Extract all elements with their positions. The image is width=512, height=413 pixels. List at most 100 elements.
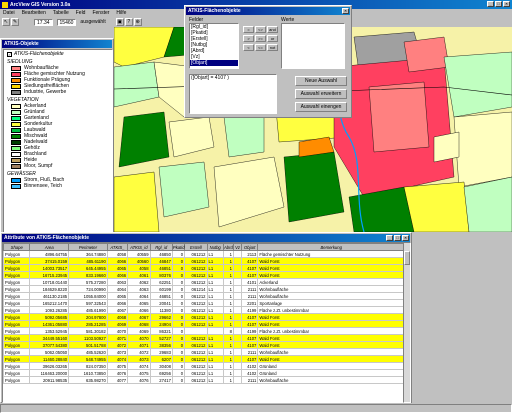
column-header[interactable]: Nutbg <box>206 243 224 251</box>
select-from-selection-button[interactable]: Auswahl einengen <box>295 102 347 112</box>
table-cell: 061212 <box>184 341 208 349</box>
table-cell: 724.00990 <box>68 285 108 293</box>
operator-button[interactable]: = <box>243 26 254 33</box>
select-tool-icon[interactable]: ▣ <box>115 18 124 26</box>
edit-tool-icon[interactable]: ✎ <box>11 18 19 26</box>
column-header[interactable]: Bemerkung <box>257 243 403 251</box>
pointer-tool-icon[interactable]: ↖ <box>2 18 10 26</box>
legend-swatch <box>11 127 21 133</box>
operator-button[interactable]: < <box>243 44 254 51</box>
query-tool-icon[interactable]: ? <box>124 18 133 26</box>
table-cell: 4072 <box>127 348 151 356</box>
column-header[interactable]: Objart <box>241 243 259 251</box>
column-header[interactable]: Vz <box>232 243 243 251</box>
minimize-button[interactable]: _ <box>487 1 494 7</box>
column-header[interactable]: Rgl_id <box>149 243 173 251</box>
table-cell: 833.19660 <box>68 271 108 279</box>
table-row[interactable]: Polygon 1093.26285 485.61990 4067 4066 11380 0… <box>3 306 403 314</box>
legend-item[interactable]: Industrie, Gewerbe <box>6 89 110 95</box>
column-header[interactable]: Pkatid <box>171 243 186 251</box>
table-row[interactable]: Polygon 34449.55160 1103.50927 4071 4070 5272… <box>3 334 403 342</box>
table-cell: 061212 <box>184 376 208 384</box>
legend-layer-name: ATKIS-Flächenobjekte <box>14 51 64 57</box>
menu-datei[interactable]: Datei <box>3 10 15 16</box>
table-cell <box>232 369 243 377</box>
table-cell: 2111 <box>241 292 259 300</box>
column-header[interactable]: ATKIS_ <box>106 243 129 251</box>
table-row[interactable]: Polygon 20911.98535 635.98270 4077 4076 27417… <box>3 376 403 384</box>
table-row[interactable]: Polygon 165212.1470 597.32543 4066 4065 20041… <box>3 299 403 307</box>
table-row[interactable]: Polygon 184629.8220 724.00990 4064 4063 60199… <box>3 285 403 293</box>
table-cell: 34449.55160 <box>29 334 70 342</box>
table-cell: Polygon <box>3 264 31 272</box>
legend-item[interactable]: Moor, Sumpf <box>6 163 110 169</box>
table-row[interactable]: Polygon 461130.2185 1055.84000 4065 4064 4685… <box>3 292 403 300</box>
operator-button[interactable]: >= <box>255 35 266 42</box>
table-row[interactable]: Polygon 4896.64755 364.74880 4058 40559 46850… <box>3 250 403 258</box>
column-header[interactable]: Shape <box>3 243 31 251</box>
table-row[interactable]: Polygon 11460.28840 548.74955 4074 4073 6207 0… <box>3 355 403 363</box>
values-listbox[interactable] <box>281 23 345 69</box>
attr-minimize-button[interactable]: _ <box>386 235 393 241</box>
table-row[interactable]: Polygon 5092.05685 204.97800 4068 4067 29662 0… <box>3 313 403 321</box>
column-header[interactable]: Erstell <box>184 243 208 251</box>
table-cell: 4066 <box>106 257 129 265</box>
table-cell: 24904 <box>149 320 173 328</box>
table-row[interactable]: Polygon 16715.23945 833.19660 4066 4061 80376… <box>3 271 403 279</box>
menu-tabelle[interactable]: Tabelle <box>53 10 69 16</box>
table-cell <box>232 313 243 321</box>
table-cell: 37415.0159 <box>29 257 70 265</box>
attr-maximize-button[interactable]: □ <box>394 235 401 241</box>
table-row[interactable]: Polygon 1353.52945 581.30182 4070 4069 86321 0… <box>3 327 403 335</box>
legend-layer[interactable]: ✓ ATKIS-Flächenobjekte <box>6 51 110 57</box>
query-close-button[interactable]: × <box>342 8 349 14</box>
add-to-selection-button[interactable]: Auswahl erweitern <box>295 89 347 99</box>
table-row[interactable]: Polygon 14361.05880 285.21285 4069 4068 24904… <box>3 320 403 328</box>
column-header[interactable]: Area <box>29 243 70 251</box>
table-cell: 2111 <box>241 376 259 384</box>
table-row[interactable]: Polygon 10718.01440 575.27280 4063 4062 62251… <box>3 278 403 286</box>
table-cell: L1 <box>206 292 224 300</box>
table-cell: 061212 <box>184 320 208 328</box>
operator-button[interactable]: <> <box>255 26 266 33</box>
operator-button[interactable]: and <box>267 26 278 33</box>
table-cell: 4069 <box>106 320 129 328</box>
field-list-item[interactable]: [Objart] <box>190 60 238 66</box>
table-cell: 1 <box>222 369 234 377</box>
table-cell: 0 <box>171 250 186 258</box>
maximize-button[interactable]: □ <box>495 1 502 7</box>
attr-vertical-scrollbar[interactable] <box>403 242 411 403</box>
table-row[interactable]: Polygon 39626.03265 824.07350 4075 4074 30408… <box>3 362 403 370</box>
operator-button[interactable]: not <box>267 44 278 51</box>
table-row[interactable]: Polygon 14003.73517 645.44955 4065 4058 46851… <box>3 264 403 272</box>
zoom-tool-icon[interactable]: ⊕ <box>133 18 142 26</box>
operator-button[interactable]: > <box>243 35 254 42</box>
operator-button[interactable]: <= <box>255 44 266 51</box>
menu-feld[interactable]: Feld <box>76 10 86 16</box>
scroll-thumb[interactable] <box>404 251 410 265</box>
table-cell: 5062.05050 <box>29 348 70 356</box>
operator-button[interactable]: or <box>267 35 278 42</box>
legend-item[interactable]: Binnensee, Teich <box>6 183 110 189</box>
table-row[interactable]: Polygon 37415.0159 485.61190 4066 40560 46847… <box>3 257 403 265</box>
expression-box[interactable]: ([Objart] = 4107 ) <box>189 74 277 114</box>
attribute-table[interactable]: Shape Area Perimeter ATKIS_ ATKIS_id Rgl_id Pk… <box>2 242 404 403</box>
column-header[interactable]: ATKIS_id <box>127 243 151 251</box>
table-row[interactable]: Polygon 116463.20000 1610.73850 4076 4075 692… <box>3 369 403 377</box>
attr-close-button[interactable]: × <box>402 235 409 241</box>
menu-fenster[interactable]: Fenster <box>92 10 109 16</box>
fields-listbox[interactable]: [Rgl_id] [Pkatid] [Erstell] [Nutbg] [Abrd] [V… <box>189 23 239 69</box>
new-selection-button[interactable]: Neue Auswahl <box>295 76 347 86</box>
table-cell: 0 <box>171 369 186 377</box>
layer-visible-checkbox[interactable]: ✓ <box>7 51 12 57</box>
table-cell: 2111 <box>241 348 259 356</box>
table-cell <box>232 257 243 265</box>
column-header[interactable]: Perimeter <box>68 243 108 251</box>
menu-hilfe[interactable]: Hilfe <box>116 10 126 16</box>
menu-bearbeiten[interactable]: Bearbeiten <box>22 10 46 16</box>
table-row[interactable]: Polygon 5062.05050 485.52620 4073 4072 29683 0… <box>3 348 403 356</box>
table-row[interactable]: Polygon 37077.54380 501.51788 4072 4071 38356… <box>3 341 403 349</box>
column-header[interactable]: Abrd <box>222 243 234 251</box>
table-cell: 4102 <box>241 369 259 377</box>
close-button[interactable]: × <box>503 1 510 7</box>
